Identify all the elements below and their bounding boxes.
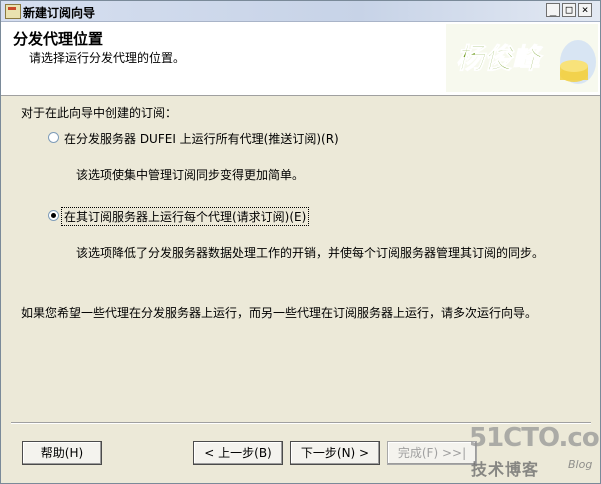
wizard-window: 新建订阅向导 _ □ × 分发代理位置 请选择运行分发代理的位置。 杨俊峰 对于… [0,0,601,484]
title-bar[interactable]: 新建订阅向导 _ □ × [1,1,600,22]
option-push-description: 该选项使集中管理订阅同步变得更加简单。 [76,168,305,182]
option-pull-label[interactable]: 在其订阅服务器上运行每个代理(请求订阅)(E) [61,207,310,226]
radio-push-subscription[interactable] [48,132,59,143]
minimize-button[interactable]: _ [546,3,560,17]
wizard-body: 对于在此向导中创建的订阅： 在分发服务器 DUFEI 上运行所有代理(推送订阅)… [1,96,600,424]
footer-note: 如果您希望一些代理在分发服务器上运行，而另一些代理在订阅服务器上运行，请多次运行… [21,306,538,320]
watermark-tagline: 技术博客 [471,460,540,479]
help-button[interactable]: 帮助(H) [22,441,102,465]
logo-text: 杨俊峰 [456,42,544,75]
option-push-label[interactable]: 在分发服务器 DUFEI 上运行所有代理(推送订阅)(R) [64,130,339,147]
page-title: 分发代理位置 [13,30,104,48]
options-prompt: 对于在此向导中创建的订阅： [21,106,178,120]
radio-pull-subscription[interactable] [48,210,59,221]
watermark-site: 51CTO.com [469,423,600,453]
app-icon [5,4,21,19]
maximize-button[interactable]: □ [562,3,576,17]
close-button[interactable]: × [578,3,592,17]
option-pull-description: 该选项降低了分发服务器数据处理工作的开销，并使每个订阅服务器管理其订阅的同步。 [76,246,545,260]
watermark-blog: Blog [568,458,593,471]
wizard-header: 分发代理位置 请选择运行分发代理的位置。 杨俊峰 [1,22,600,96]
page-subtitle: 请选择运行分发代理的位置。 [29,51,186,65]
brand-logo: 杨俊峰 [446,24,598,92]
back-button[interactable]: < 上一步(B) [193,441,283,465]
window-title: 新建订阅向导 [23,6,96,20]
finish-button[interactable]: 完成(F) >>| [387,441,477,465]
next-button[interactable]: 下一步(N) > [290,441,380,465]
